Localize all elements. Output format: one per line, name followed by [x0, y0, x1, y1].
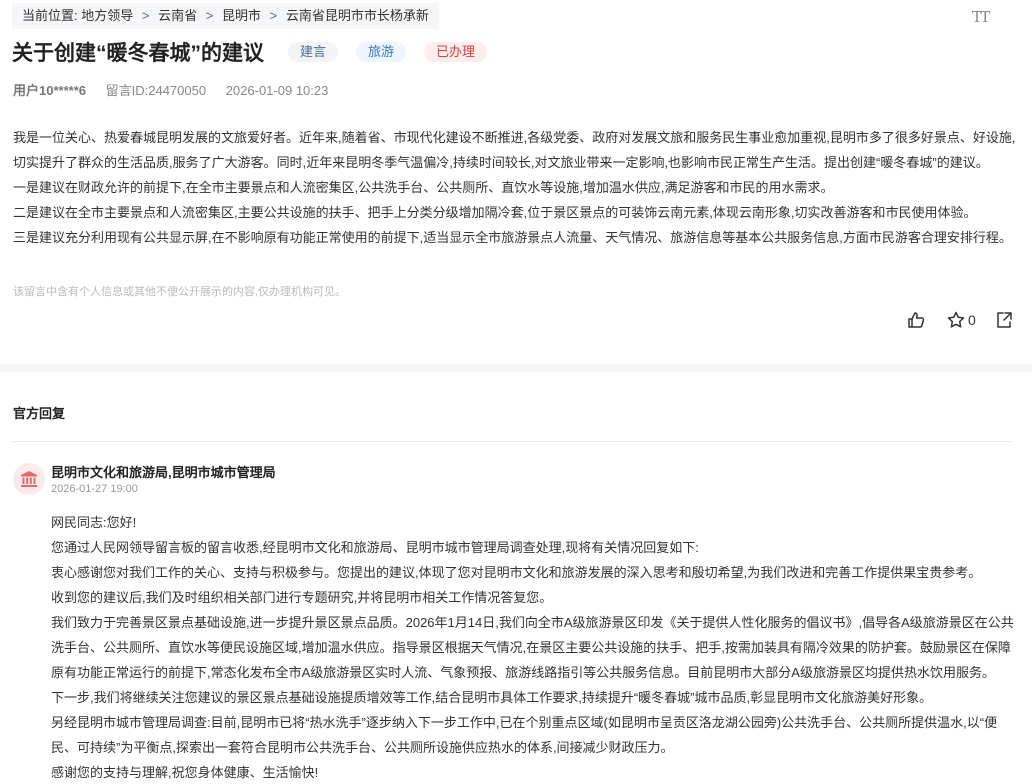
font-size-toggle-icon[interactable]: TT [972, 8, 990, 26]
reply-paragraph: 感谢您的支持与理解,祝您身体健康、生活愉快! [51, 765, 319, 780]
tag-suggestion: 建言 [288, 42, 339, 62]
breadcrumb-item-leaders[interactable]: 地方领导 [81, 8, 133, 23]
breadcrumb: 当前位置: 地方领导 > 云南省 > 昆明市 > 云南省昆明市市长杨承新 [12, 3, 439, 29]
title-row: 关于创建“暖冬春城”的建议 建言 旅游 已办理 [12, 36, 488, 68]
reply-organization: 昆明市文化和旅游局,昆明市城市管理局 [51, 465, 276, 480]
reply-content: 网民同志:您好! 您通过人民网领导留言板的留言收悉,经昆明市文化和旅游局、昆明市… [51, 510, 1015, 784]
post-paragraph: 二是建议在全市主要景点和人流密集区,主要公共设施的扶手、把手上分类分级增加隔冷套… [13, 205, 977, 220]
reply-paragraph: 衷心感谢您对我们工作的关心、支持与积极参与。您提出的建议,体现了您对昆明市文化和… [51, 565, 982, 580]
page-title: 关于创建“暖冬春城”的建议 [12, 42, 264, 65]
breadcrumb-separator: > [269, 8, 278, 23]
government-building-icon [13, 463, 45, 495]
favorite-button[interactable] [946, 310, 966, 330]
post-paragraph: 三是建议充分利用现有公共显示屏,在不影响原有功能正常使用的前提下,适当显示全市旅… [13, 230, 1012, 245]
favorite-count: 0 [968, 312, 976, 328]
breadcrumb-separator: > [205, 8, 214, 23]
reply-paragraph: 另经昆明市城市管理局调查:目前,昆明市已将“热水洗手”逐步纳入下一步工作中,已在… [51, 715, 998, 755]
status-badge: 已办理 [424, 42, 488, 62]
breadcrumb-label: 当前位置: [22, 8, 78, 23]
post-paragraph: 一是建议在财政允许的前提下,在全市主要景点和人流密集区,公共洗手台、公共厕所、直… [13, 180, 834, 195]
breadcrumb-item-mayor[interactable]: 云南省昆明市市长杨承新 [286, 8, 429, 23]
thumbs-up-icon [908, 312, 925, 328]
reply-paragraph: 下一步,我们将继续关注您建议的景区景点基础设施提质增效等工作,结合昆明市具体工作… [51, 690, 933, 705]
official-reply-heading: 官方回复 [13, 406, 66, 421]
message-id: 留言ID:24470050 [105, 83, 207, 98]
post-meta: 用户10*****6 留言ID:24470050 2026-01-09 10:2… [13, 80, 344, 99]
reply-paragraph: 收到您的建议后,我们及时组织相关部门进行专题研究,并将昆明市相关工作情况答复您。 [51, 590, 553, 605]
reply-datetime: 2026-01-27 19:00 [51, 483, 138, 495]
reply-paragraph: 网民同志:您好! [51, 515, 137, 530]
like-button[interactable] [906, 310, 926, 330]
reply-paragraph: 我们致力于完善景区景点基础设施,进一步提升景区景点品质。2026年1月14日,我… [51, 615, 1014, 680]
post-paragraph: 我是一位关心、热爱春城昆明发展的文旅爱好者。近年来,随着省、市现代化建设不断推进… [13, 130, 1016, 170]
post-user: 用户10*****6 [13, 83, 86, 98]
star-icon [947, 311, 965, 328]
breadcrumb-item-province[interactable]: 云南省 [158, 8, 197, 23]
privacy-notice: 该留言中含有个人信息或其他不便公开展示的内容,仅办理机构可见。 [13, 286, 347, 298]
post-content: 我是一位关心、热爱春城昆明发展的文旅爱好者。近年来,随着省、市现代化建设不断推进… [13, 125, 1017, 250]
breadcrumb-item-city[interactable]: 昆明市 [222, 8, 261, 23]
post-datetime: 2026-01-09 10:23 [225, 83, 329, 98]
section-divider [0, 364, 1032, 372]
share-icon [997, 312, 1012, 328]
breadcrumb-separator: > [141, 8, 150, 23]
reply-paragraph: 您通过人民网领导留言板的留言收悉,经昆明市文化和旅游局、昆明市城市管理局调查处理… [51, 540, 699, 555]
share-button[interactable] [994, 310, 1014, 330]
divider [13, 441, 1012, 442]
tag-tourism: 旅游 [356, 42, 407, 62]
